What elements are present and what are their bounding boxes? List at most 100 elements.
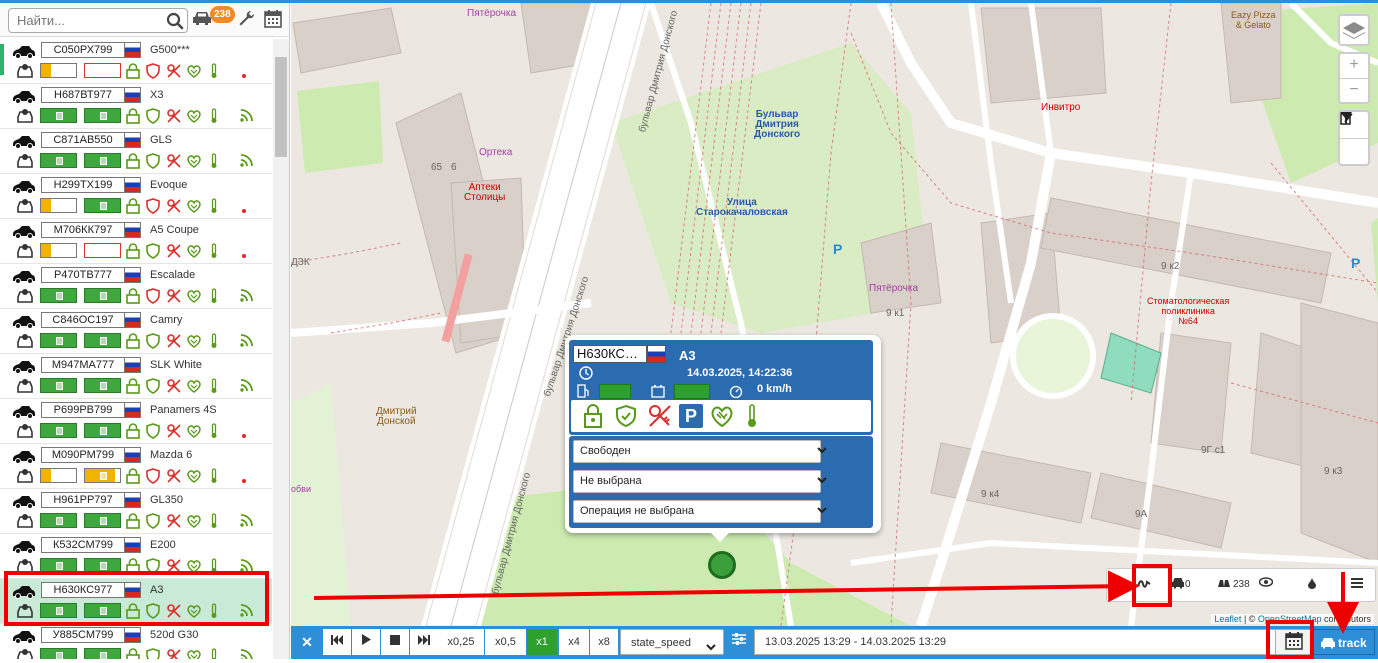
vehicle-plate: У885СМ799	[41, 627, 125, 643]
driver-icon	[16, 243, 33, 259]
driver-icon	[16, 468, 33, 484]
stop-icon[interactable]	[381, 629, 409, 655]
document-icon	[100, 607, 107, 615]
signal-icon	[240, 513, 256, 529]
key-disabled-icon	[166, 243, 182, 259]
speed-button-x1[interactable]: x1	[527, 629, 557, 655]
layers-button[interactable]	[1338, 14, 1370, 46]
play-icon[interactable]	[352, 629, 380, 655]
status-select[interactable]: Свободен	[573, 440, 827, 463]
zoom-in-button[interactable]: +	[1340, 54, 1368, 78]
fuel-level-bar	[599, 384, 631, 399]
car-icon	[12, 450, 36, 467]
operation-select[interactable]: Операция не выбрана	[573, 500, 827, 523]
battery-bar	[84, 63, 121, 78]
track-button-label: track	[1338, 636, 1367, 650]
speed-button-x8[interactable]: x8	[590, 629, 618, 655]
scrollbar-thumb[interactable]	[275, 57, 287, 157]
document-icon	[56, 247, 63, 255]
thermometer-icon	[210, 288, 226, 304]
lock-icon	[126, 378, 142, 394]
vehicle-row[interactable]: Н299ТХ199 Evoque	[0, 174, 272, 219]
sliders-icon[interactable]	[729, 629, 749, 655]
osm-link[interactable]: OpenStreetMap	[1258, 614, 1322, 624]
document-icon	[100, 472, 107, 480]
search-input[interactable]	[9, 9, 159, 32]
map-view[interactable]: Пятёрочка Eazy Pizza & Gelato Инвитро Ор…	[291, 3, 1378, 626]
wrench-icon[interactable]	[238, 10, 256, 31]
driver-icon	[16, 63, 33, 79]
thermometer-icon	[210, 513, 226, 529]
map-label-dmitry-donskoy: Дмитрий Донской	[376, 406, 417, 427]
map-label-metro-bulvar: Бульвар Дмитрия Донского	[754, 109, 801, 140]
param-select[interactable]: state_speed	[620, 629, 724, 655]
vehicle-model: A3	[150, 584, 164, 596]
russia-flag-icon	[124, 447, 141, 463]
edit-icon[interactable]	[1340, 113, 1368, 164]
rewind-start-icon[interactable]	[323, 629, 351, 655]
signal-icon	[240, 288, 256, 304]
fuel-fill	[41, 199, 51, 212]
vehicle-row[interactable]: Р470ТВ777 Escalade	[0, 264, 272, 309]
popup-plate: Н630КС…	[573, 345, 647, 363]
sidebar-toolbar: 238	[0, 3, 289, 37]
search-icon[interactable]	[166, 12, 184, 33]
vehicle-row[interactable]: Н630КС977 A3	[0, 579, 272, 624]
signal-icon	[240, 333, 256, 349]
battery-level-bar	[674, 384, 710, 399]
driver-select[interactable]: Не выбрана	[573, 470, 827, 493]
calendar-button[interactable]	[1275, 629, 1311, 655]
alert-dot	[242, 209, 246, 213]
list-scrollbar[interactable]	[273, 39, 289, 659]
car-filter-icon[interactable]	[192, 10, 212, 29]
vehicle-row[interactable]: М706КК797 A5 Coupe	[0, 219, 272, 264]
vehicle-model: X3	[150, 89, 164, 101]
lock-icon	[126, 288, 142, 304]
document-icon	[56, 67, 63, 75]
shield-icon	[146, 333, 162, 349]
vehicle-model: Escalade	[150, 269, 196, 281]
engine-icon	[186, 378, 202, 394]
car-icon	[12, 270, 36, 287]
close-icon[interactable]: ✕	[295, 629, 319, 655]
layer-icon[interactable]: ⊕	[1111, 579, 1119, 590]
vehicle-row[interactable]: С050РХ799 G500***	[0, 39, 272, 84]
fuel-bar	[40, 513, 77, 528]
date-range-input[interactable]: 13.03.2025 13:29 - 14.03.2025 13:29	[754, 629, 1314, 655]
fuel-fill	[41, 469, 51, 482]
calendar-icon[interactable]	[264, 9, 282, 31]
vehicle-row[interactable]: Н687ВТ977 X3	[0, 84, 272, 129]
alert-dot	[242, 254, 246, 258]
leaflet-link[interactable]: Leaflet	[1214, 614, 1241, 624]
vehicle-row[interactable]: С846ОС197 Camry	[0, 309, 272, 354]
engine-icon	[186, 108, 202, 124]
vehicle-row[interactable]: К532СМ799 E200	[0, 534, 272, 579]
car-icon	[1321, 638, 1335, 649]
vehicle-marker[interactable]	[708, 551, 736, 579]
zoom-out-button[interactable]: −	[1340, 78, 1368, 102]
russia-flag-icon	[124, 492, 141, 508]
vehicle-row[interactable]: С871АВ550 GLS	[0, 129, 272, 174]
map-label-house: 9 к1	[886, 308, 905, 319]
vehicle-row[interactable]: Р699РВ799 Panamers 4S	[0, 399, 272, 444]
fuel-bar	[40, 243, 77, 258]
speed-button-x4[interactable]: x4	[559, 629, 589, 655]
popup-speed: 0 km/h	[757, 383, 792, 395]
shield-icon	[146, 288, 162, 304]
speed-button-x0-25[interactable]: x0,25	[438, 629, 484, 655]
driver-icon	[16, 153, 33, 169]
search-box[interactable]	[8, 8, 188, 33]
track-button[interactable]: track	[1313, 629, 1375, 655]
vehicle-row[interactable]: М947МА777 SLK White	[0, 354, 272, 399]
signal-icon	[240, 153, 256, 169]
vehicle-row[interactable]: М090РМ799 Mazda 6	[0, 444, 272, 489]
vehicle-row[interactable]: Н961РР797 GL350	[0, 489, 272, 534]
vehicle-popup: Н630КС… A3 14.03.2025, 14:22:36 0 km/h P…	[565, 335, 881, 542]
vehicle-row[interactable]: У885СМ799 520d G30	[0, 624, 272, 659]
chevron-down-icon	[705, 637, 717, 663]
car-icon	[12, 360, 36, 377]
engine-icon	[186, 333, 202, 349]
map-label-starokachalovskaya: Улица Старокачаловская	[696, 197, 788, 218]
speed-button-x0-5[interactable]: x0,5	[485, 629, 526, 655]
forward-end-icon[interactable]	[410, 629, 438, 655]
